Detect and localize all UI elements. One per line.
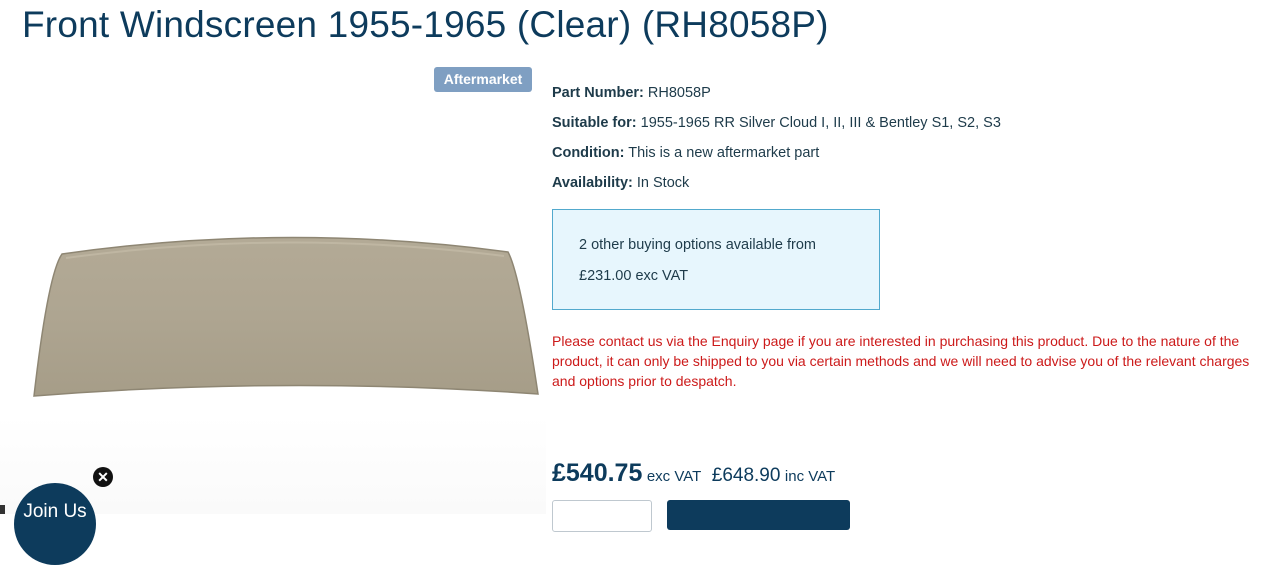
shipping-notice: Please contact us via the Enquiry page i…: [552, 333, 1250, 389]
spec-availability: Availability: In Stock: [552, 168, 1001, 198]
price-inc-vat: £648.90: [711, 465, 781, 486]
buying-options-box[interactable]: 2 other buying options available from £2…: [552, 209, 880, 310]
join-us-button[interactable]: Join Us: [14, 483, 96, 565]
windscreen-image[interactable]: [30, 234, 542, 400]
edge-arrow-icon: [0, 505, 5, 514]
spec-value: This is a new aftermarket part: [628, 145, 820, 161]
spec-condition: Condition: This is a new aftermarket par…: [552, 138, 1001, 168]
buying-options-line2: £231.00 exc VAT: [579, 268, 689, 284]
spec-label: Availability:: [552, 175, 633, 191]
spec-label: Condition:: [552, 145, 625, 161]
spec-value: RH8058P: [647, 85, 711, 101]
spec-label: Suitable for:: [552, 115, 637, 131]
close-icon[interactable]: ✕: [93, 467, 113, 487]
product-specs: Part Number: RH8058P Suitable for: 1955-…: [552, 78, 1001, 198]
spec-suitable-for: Suitable for: 1955-1965 RR Silver Cloud …: [552, 108, 1001, 138]
aftermarket-badge: Aftermarket: [434, 67, 532, 92]
price-exc-label: exc VAT: [646, 468, 702, 485]
spec-value: In Stock: [636, 175, 690, 191]
price-inc-label: inc VAT: [784, 468, 836, 485]
price-row: £540.75 exc VAT £648.90 inc VAT: [552, 459, 835, 488]
spec-part-number: Part Number: RH8058P: [552, 78, 1001, 108]
spec-value: 1955-1965 RR Silver Cloud I, II, III & B…: [640, 115, 1001, 131]
buying-options-line1: 2 other buying options available from: [579, 237, 816, 253]
page-title: Front Windscreen 1955-1965 (Clear) (RH80…: [22, 4, 829, 45]
spec-label: Part Number:: [552, 85, 644, 101]
join-us-label: Join Us: [23, 501, 87, 522]
quantity-input[interactable]: [552, 500, 652, 532]
price-exc-vat: £540.75: [552, 459, 643, 487]
add-to-basket-button[interactable]: [667, 500, 850, 530]
